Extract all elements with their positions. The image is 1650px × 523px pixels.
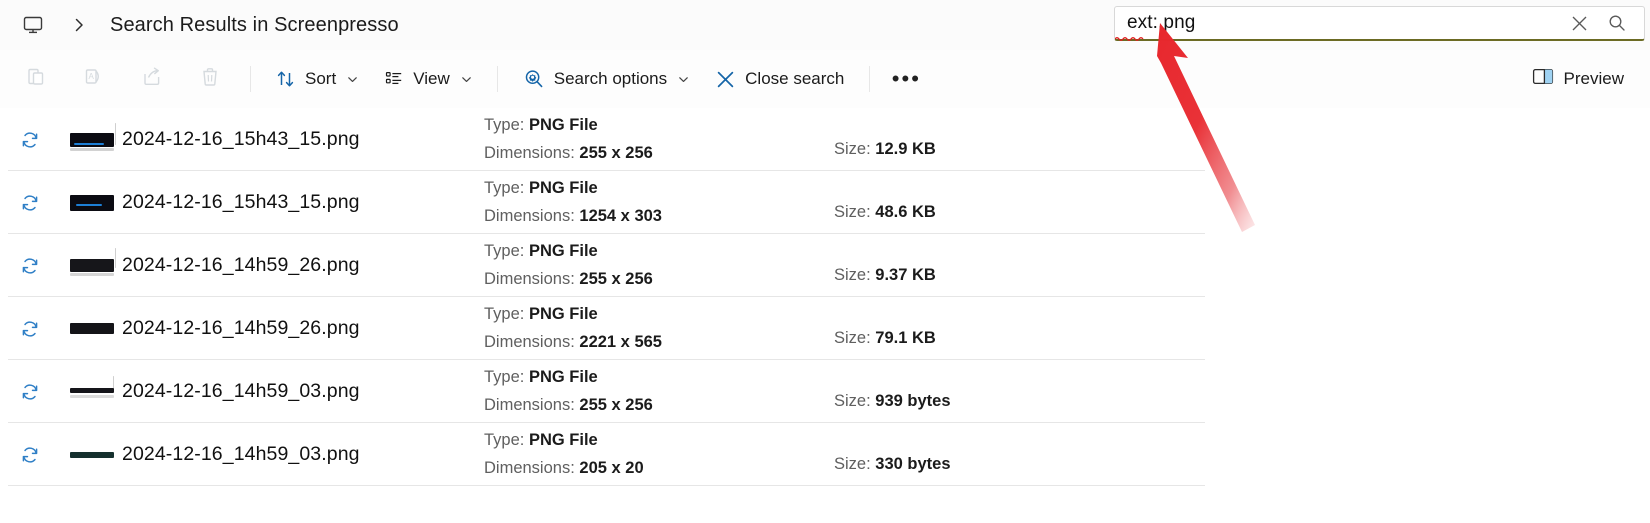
file-dimensions: Dimensions: 255 x 256 — [484, 396, 653, 414]
file-explorer-window: Search Results in Screenpresso ext:.png — [0, 0, 1650, 523]
onedrive-sync-icon — [0, 193, 60, 213]
share-button[interactable] — [124, 59, 180, 99]
clear-search-button[interactable] — [1560, 7, 1598, 39]
file-type: Type: PNG File — [484, 179, 598, 197]
file-dimensions: Dimensions: 1254 x 303 — [484, 207, 662, 225]
file-size-col: Size: 9.37 KB — [834, 234, 1134, 297]
file-details: Type: PNG File Dimensions: 255 x 256 — [484, 242, 834, 289]
view-list-icon — [384, 69, 404, 89]
file-type: Type: PNG File — [484, 431, 598, 449]
file-details: Type: PNG File Dimensions: 255 x 256 — [484, 116, 834, 163]
table-row[interactable]: 2024-12-16_15h43_15.png Type: PNG File D… — [0, 171, 1650, 234]
file-name[interactable]: 2024-12-16_14h59_26.png — [122, 254, 484, 277]
table-row[interactable]: 2024-12-16_14h59_03.png Type: PNG File D… — [0, 423, 1650, 486]
preview-label: Preview — [1563, 69, 1624, 88]
search-box[interactable]: ext:.png — [1114, 6, 1645, 41]
file-name[interactable]: 2024-12-16_15h43_15.png — [122, 128, 484, 151]
file-details: Type: PNG File Dimensions: 205 x 20 — [484, 431, 834, 478]
toolbar-divider — [869, 66, 871, 92]
file-thumbnail — [60, 308, 122, 350]
file-details: Type: PNG File Dimensions: 1254 x 303 — [484, 179, 834, 226]
file-thumbnail — [60, 245, 122, 287]
file-dimensions: Dimensions: 205 x 20 — [484, 459, 644, 477]
file-size: Size: 330 bytes — [834, 455, 951, 473]
rename-document-icon: A — [83, 66, 105, 93]
search-options-icon — [523, 68, 545, 90]
clipboard-paste-icon — [25, 66, 47, 93]
close-search-label: Close search — [745, 69, 845, 88]
file-type: Type: PNG File — [484, 242, 598, 260]
chevron-down-icon — [678, 74, 689, 85]
command-bar: A Sort View Search options Close search … — [0, 50, 1650, 108]
file-thumbnail — [60, 182, 122, 224]
rename-button[interactable]: A — [66, 59, 122, 99]
file-details: Type: PNG File Dimensions: 2221 x 565 — [484, 305, 834, 352]
onedrive-sync-icon — [0, 382, 60, 402]
file-type: Type: PNG File — [484, 305, 598, 323]
preview-pane-button[interactable]: Preview — [1518, 59, 1638, 99]
file-thumbnail — [60, 371, 122, 413]
file-size-col: Size: 12.9 KB — [834, 108, 1134, 171]
file-dimensions: Dimensions: 255 x 256 — [484, 270, 653, 288]
file-size-col: Size: 939 bytes — [834, 360, 1134, 423]
breadcrumb-chevron-icon[interactable] — [66, 12, 92, 38]
delete-button[interactable] — [182, 59, 238, 99]
table-row[interactable]: 2024-12-16_15h43_15.png Type: PNG File D… — [0, 108, 1650, 171]
onedrive-sync-icon — [0, 445, 60, 465]
search-results-list: 2024-12-16_15h43_15.png Type: PNG File D… — [0, 108, 1650, 523]
close-icon — [715, 69, 736, 90]
file-details: Type: PNG File Dimensions: 255 x 256 — [484, 368, 834, 415]
file-name[interactable]: 2024-12-16_14h59_03.png — [122, 443, 484, 466]
view-label: View — [413, 69, 450, 88]
toolbar-divider — [496, 66, 498, 92]
chevron-down-icon — [347, 74, 358, 85]
chevron-down-icon — [461, 74, 472, 85]
file-name[interactable]: 2024-12-16_14h59_26.png — [122, 317, 484, 340]
file-size-col: Size: 330 bytes — [834, 423, 1134, 486]
table-row[interactable]: 2024-12-16_14h59_26.png Type: PNG File D… — [0, 297, 1650, 360]
file-type: Type: PNG File — [484, 368, 598, 386]
sort-arrows-icon — [276, 69, 296, 89]
onedrive-sync-icon — [0, 319, 60, 339]
file-size: Size: 939 bytes — [834, 392, 951, 410]
file-size: Size: 79.1 KB — [834, 329, 936, 347]
search-options-button[interactable]: Search options — [510, 59, 702, 99]
file-name[interactable]: 2024-12-16_15h43_15.png — [122, 191, 484, 214]
file-dimensions: Dimensions: 255 x 256 — [484, 144, 653, 162]
address-bar: Search Results in Screenpresso ext:.png — [0, 0, 1650, 50]
trash-icon — [199, 66, 221, 93]
monitor-icon[interactable] — [20, 12, 46, 38]
onedrive-sync-icon — [0, 130, 60, 150]
spellcheck-squiggle-icon — [1115, 36, 1145, 41]
onedrive-sync-icon — [0, 256, 60, 276]
sort-label: Sort — [305, 69, 337, 88]
paste-button[interactable] — [8, 59, 64, 99]
svg-text:A: A — [89, 72, 95, 81]
close-search-button[interactable]: Close search — [702, 59, 857, 99]
view-button[interactable]: View — [371, 59, 485, 99]
search-submit-button[interactable] — [1598, 7, 1636, 39]
file-type: Type: PNG File — [484, 116, 598, 134]
overflow-menu-button[interactable]: ••• — [882, 59, 930, 99]
table-row[interactable]: 2024-12-16_14h59_03.png Type: PNG File D… — [0, 360, 1650, 423]
toolbar-divider — [250, 66, 251, 92]
search-input[interactable]: ext:.png — [1115, 7, 1560, 41]
file-size: Size: 12.9 KB — [834, 140, 936, 158]
file-size: Size: 48.6 KB — [834, 203, 936, 221]
file-name[interactable]: 2024-12-16_14h59_03.png — [122, 380, 484, 403]
file-size-col: Size: 48.6 KB — [834, 171, 1134, 234]
file-size: Size: 9.37 KB — [834, 266, 936, 284]
sort-button[interactable]: Sort — [263, 59, 371, 99]
search-options-label: Search options — [553, 69, 668, 88]
file-thumbnail — [60, 434, 122, 476]
file-dimensions: Dimensions: 2221 x 565 — [484, 333, 662, 351]
table-row[interactable]: 2024-12-16_14h59_26.png Type: PNG File D… — [0, 234, 1650, 297]
preview-pane-icon — [1532, 67, 1554, 91]
file-size-col: Size: 79.1 KB — [834, 297, 1134, 360]
file-thumbnail — [60, 119, 122, 161]
search-input-value: ext:.png — [1127, 12, 1196, 33]
share-icon — [141, 66, 163, 93]
breadcrumb[interactable]: Search Results in Screenpresso — [110, 14, 399, 37]
